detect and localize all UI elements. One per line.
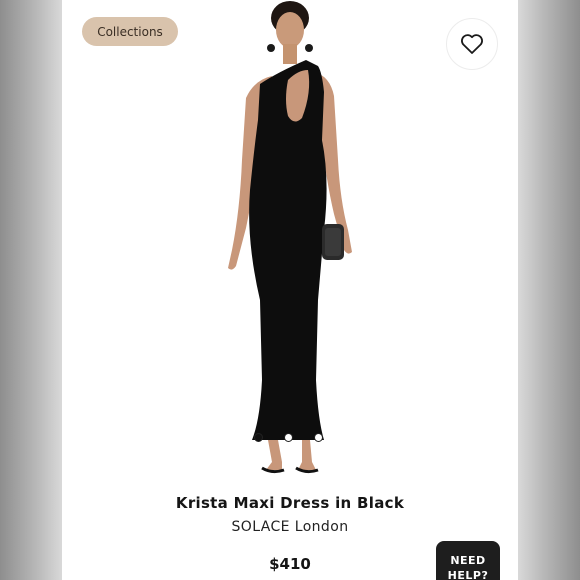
need-help-button[interactable]: NEED HELP? [436, 541, 500, 580]
background-left [0, 0, 62, 580]
product-title: Krista Maxi Dress in Black [175, 494, 405, 512]
carousel-dot-3[interactable] [314, 433, 323, 442]
brand-name[interactable]: SOLACE London [62, 519, 518, 535]
app-screen: Collections Krista Maxi Dress in Black S… [62, 0, 518, 580]
need-help-line1: NEED [450, 554, 486, 567]
carousel-dot-1[interactable] [254, 433, 263, 442]
heart-icon [461, 34, 483, 54]
favorite-button[interactable] [446, 18, 498, 70]
need-help-line2: HELP? [447, 569, 489, 580]
carousel-dot-2[interactable] [284, 433, 293, 442]
product-photo[interactable] [202, 0, 372, 478]
collections-button[interactable]: Collections [82, 17, 178, 46]
background-right [518, 0, 580, 580]
carousel-dots [254, 433, 323, 442]
